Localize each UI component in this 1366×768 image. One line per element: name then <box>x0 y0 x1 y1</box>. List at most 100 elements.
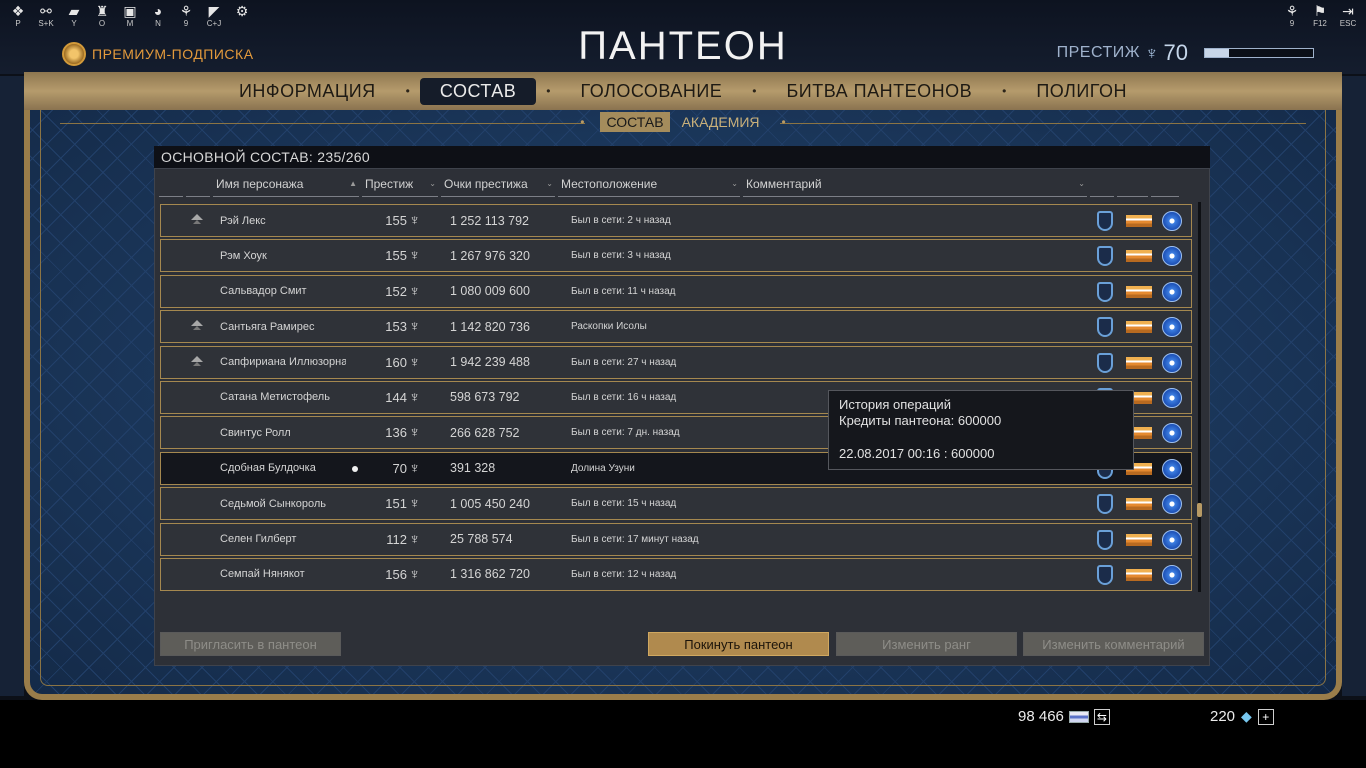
profile-icon[interactable] <box>1162 529 1182 550</box>
prestige-value: 70 <box>1163 40 1188 65</box>
column-header-7[interactable] <box>1090 177 1114 197</box>
member-name: Сапфириана Иллюзорная <box>220 356 346 369</box>
credits-history-icon[interactable] <box>1126 250 1152 263</box>
subtab-0[interactable]: СОСТАВ <box>600 112 670 132</box>
change-comment-button[interactable]: Изменить комментарий <box>1023 632 1204 656</box>
tooltip-entry: 22.08.2017 00:16 : 600000 <box>839 446 995 461</box>
prestige-points: 1 252 113 792 <box>450 213 530 228</box>
clan-icon: ♜ <box>95 3 109 19</box>
rank-shield-icon[interactable] <box>1097 529 1113 550</box>
tab-bar: ИНФОРМАЦИЯ • СОСТАВ • ГОЛОСОВАНИЕ • БИТВА ПАНТ… <box>24 72 1342 110</box>
link-icon: ⚯ <box>40 3 52 19</box>
column-header-9[interactable] <box>1151 177 1179 197</box>
right-border <box>1342 76 1366 696</box>
profile-icon[interactable] <box>1162 387 1182 408</box>
member-name: Свинтус Ролл <box>220 426 291 439</box>
profile-icon[interactable] <box>1162 423 1182 444</box>
invite-button[interactable]: Пригласить в пантеон <box>160 632 341 656</box>
column-header-3[interactable]: Престиж ⌄ <box>362 177 438 197</box>
tab-4[interactable]: ПОЛИГОН <box>1016 78 1147 105</box>
column-label: Комментарий <box>746 177 822 191</box>
exchange-icon[interactable]: ⇆ <box>1093 708 1110 725</box>
credits-history-icon[interactable] <box>1126 533 1152 546</box>
table-row[interactable]: Сальвадор Смит 152 ♆ 1 080 009 600 Был в сет… <box>160 274 1192 308</box>
tab-1[interactable]: СОСТАВ <box>419 77 537 105</box>
table-row[interactable]: Сантьяга Рамирес 153 ♆ 1 142 820 736 Раскопк… <box>160 310 1192 344</box>
promote-rank-icon[interactable] <box>191 320 203 331</box>
scrollbar[interactable] <box>1198 202 1201 592</box>
tab-2[interactable]: ГОЛОСОВАНИЕ <box>560 78 742 105</box>
chat-icon: ▰ <box>68 3 80 19</box>
credits-history-icon[interactable] <box>1126 356 1152 369</box>
table-row[interactable]: Сапфириана Иллюзорная 160 ♆ 1 942 239 488 Бы… <box>160 345 1192 379</box>
credits-history-icon[interactable] <box>1126 498 1152 511</box>
column-header-5[interactable]: Местоположение ⌄ <box>558 177 740 197</box>
credits-history-icon[interactable] <box>1126 321 1152 334</box>
tab-separator: • <box>546 84 551 98</box>
table-row[interactable]: Рэй Лекс 155 ♆ 1 252 113 792 Был в сети: 2 ч… <box>160 204 1192 237</box>
table-row[interactable]: Семпай Нянякот 156 ♆ 1 316 862 720 Был в сет… <box>160 557 1192 591</box>
wolf-icon: ⚘ <box>179 3 193 19</box>
member-location: Был в сети: 11 ч назад <box>571 285 676 297</box>
column-label: Местоположение <box>561 177 658 191</box>
profile-icon[interactable] <box>1162 211 1182 231</box>
rank-shield-icon[interactable] <box>1097 317 1113 338</box>
rank-shield-icon[interactable] <box>1097 246 1113 267</box>
settings-icon: ⚙ <box>235 3 249 19</box>
profile-icon[interactable] <box>1162 246 1182 267</box>
market-icon: ▣ <box>123 3 137 19</box>
prestige-points: 266 628 752 <box>450 425 520 440</box>
member-name: Сальвадор Смит <box>220 285 307 298</box>
rank-shield-icon[interactable] <box>1097 211 1113 231</box>
roster-title: ОСНОВНОЙ СОСТАВ: 235/260 <box>154 146 1210 168</box>
member-location: Долина Узуни <box>571 462 635 474</box>
platinum-gem-icon: ◆ <box>1241 708 1252 724</box>
wolf-icon: ⚘ <box>1285 3 1299 19</box>
profile-icon[interactable] <box>1162 352 1182 373</box>
table-row[interactable]: Седьмой Сынкороль 151 ♆ 1 005 450 240 Был в … <box>160 487 1192 521</box>
rank-shield-icon[interactable] <box>1097 352 1113 373</box>
rank-shield-icon[interactable] <box>1097 281 1113 302</box>
table-row[interactable]: Рэм Хоук 155 ♆ 1 267 976 320 Был в сети: 3 ч… <box>160 239 1192 273</box>
rank-shield-icon[interactable] <box>1097 494 1113 515</box>
subtab-separator: • <box>781 115 786 129</box>
change-rank-button[interactable]: Изменить ранг <box>836 632 1017 656</box>
column-header-8[interactable] <box>1117 177 1148 197</box>
prestige-icon: ♆ <box>409 459 421 477</box>
column-header-0[interactable] <box>159 177 183 197</box>
credits-history-icon[interactable] <box>1126 215 1152 227</box>
member-location: Был в сети: 7 дн. назад <box>571 427 680 439</box>
member-name: Сатана Метистофель <box>220 391 330 404</box>
prestige-points: 1 142 820 736 <box>450 319 530 334</box>
profile-icon[interactable] <box>1162 494 1182 515</box>
rank-shield-icon[interactable] <box>1097 564 1113 585</box>
member-location: Был в сети: 12 ч назад <box>571 568 677 580</box>
profile-icon[interactable] <box>1162 281 1182 302</box>
member-location: Был в сети: 3 ч назад <box>571 250 671 262</box>
column-header-2[interactable]: Имя персонажа ▲ <box>213 177 359 197</box>
member-name: Седьмой Сынкороль <box>220 497 326 510</box>
sort-down-icon: ⌄ <box>546 179 553 188</box>
credits-history-icon[interactable] <box>1126 285 1152 298</box>
tab-3[interactable]: БИТВА ПАНТЕОНОВ <box>766 78 992 105</box>
subtab-1[interactable]: АКАДЕМИЯ <box>676 112 766 132</box>
promote-rank-icon[interactable] <box>191 355 203 366</box>
credits-history-icon[interactable] <box>1126 568 1152 581</box>
scrollbar-thumb[interactable] <box>1197 503 1202 517</box>
table-row[interactable]: Селен Гилберт 112 ♆ 25 788 574 Был в сети: 1… <box>160 522 1192 556</box>
tab-0[interactable]: ИНФОРМАЦИЯ <box>219 78 396 105</box>
column-header-6[interactable]: Комментарий ⌄ <box>743 177 1087 197</box>
exit-icon: ⇥ <box>1342 3 1354 19</box>
column-header-4[interactable]: Очки престижа ⌄ <box>441 177 555 197</box>
profile-icon[interactable] <box>1162 564 1182 585</box>
prestige-icon: ♆ <box>409 388 421 406</box>
column-header-1[interactable] <box>186 177 210 197</box>
prestige-icon: ♆ <box>409 282 421 300</box>
profile-icon[interactable] <box>1162 317 1182 338</box>
leave-pantheon-button[interactable]: Покинуть пантеон <box>648 632 829 656</box>
mastery-rank: 70 <box>392 460 407 476</box>
profile-icon[interactable] <box>1162 458 1182 479</box>
flag-icon: ⚑ <box>1313 3 1327 19</box>
promote-rank-icon[interactable] <box>191 214 203 224</box>
buy-platinum-icon[interactable]: + <box>1257 708 1274 725</box>
